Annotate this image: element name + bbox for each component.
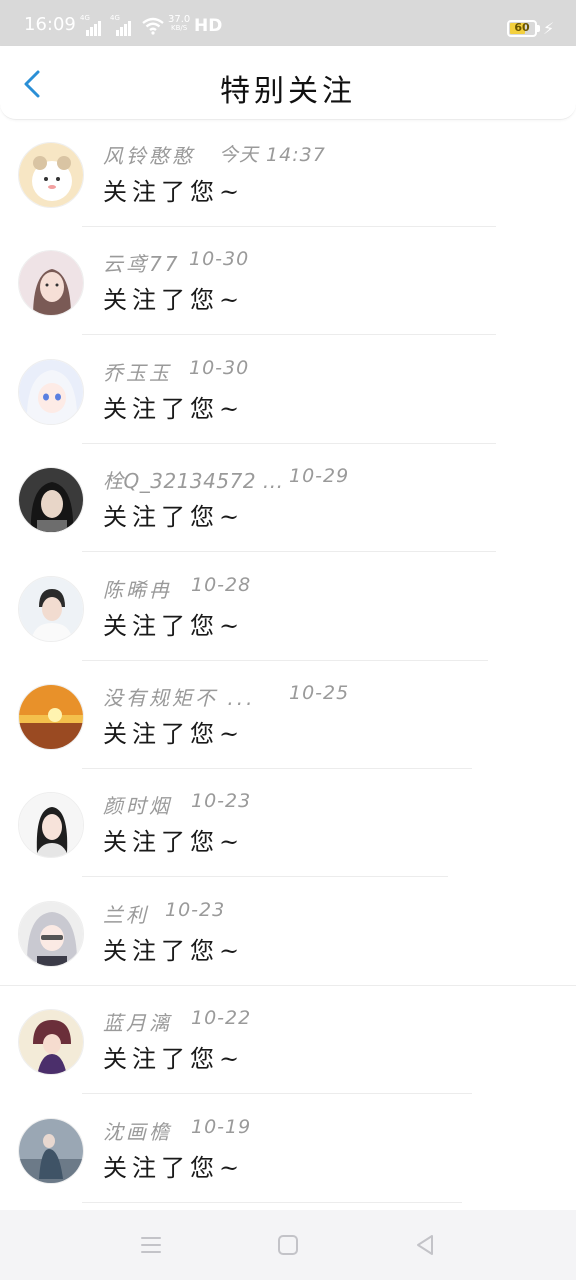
item-meta: 栓Q_32134572 ... 10-29 — [103, 465, 348, 494]
item-meta: 兰利 10-23 — [103, 899, 224, 928]
avatar[interactable] — [18, 1117, 84, 1184]
item-meta: 蓝月漓 10-22 — [103, 1007, 250, 1036]
avatar[interactable] — [18, 358, 84, 425]
net-speed-value: 37.0 — [168, 14, 191, 25]
item-meta: 颜时烟 10-23 — [103, 790, 250, 819]
user-name[interactable]: 沈画檐 — [103, 1116, 172, 1145]
item-time: 10-30 — [189, 248, 250, 271]
battery-icon: 60 — [507, 20, 537, 37]
list-item[interactable]: 云鸢77 10-30 关注了您~ — [0, 234, 576, 342]
user-name[interactable]: 没有规矩不 ... — [103, 682, 255, 711]
list-item[interactable]: 陈晞冉 10-28 关注了您~ — [0, 560, 576, 668]
list-item[interactable]: 沈画檐 10-19 关注了您~ — [0, 1102, 576, 1210]
wifi-icon — [142, 17, 164, 35]
item-message: 关注了您~ — [103, 178, 245, 206]
user-name[interactable]: 颜时烟 — [103, 790, 172, 819]
back-triangle-icon[interactable] — [412, 1232, 438, 1258]
status-time: 16:09 — [24, 14, 76, 35]
item-time: 10-29 — [289, 465, 350, 488]
item-message: 关注了您~ — [103, 1045, 245, 1074]
item-time: 10-22 — [191, 1007, 252, 1030]
list-item[interactable]: 风铃憨憨 今天 14:37 关注了您~ — [0, 126, 576, 234]
divider — [82, 1201, 462, 1203]
list-item[interactable]: 蓝月漓 10-22 关注了您~ — [0, 993, 576, 1101]
battery-level: 60 — [514, 21, 530, 34]
user-name[interactable]: 风铃憨憨 — [103, 140, 195, 169]
divider — [82, 1093, 472, 1095]
divider — [82, 226, 496, 227]
user-name[interactable]: 陈晞冉 — [103, 574, 172, 603]
list-item[interactable]: 栓Q_32134572 ... 10-29 关注了您~ — [0, 451, 576, 559]
item-meta: 陈晞冉 10-28 — [103, 574, 250, 603]
follow-list: 风铃憨憨 今天 14:37 关注了您~ 云鸢77 10-30 关注了您~ 乔玉玉… — [0, 126, 576, 1210]
status-bar: 16:09 4G 4G 37.0 KB/S HD 60 ⚡ — [0, 0, 576, 46]
item-time: 10-25 — [289, 681, 350, 704]
list-item[interactable]: 颜时烟 10-23 关注了您~ — [0, 776, 576, 884]
signal-icon: 4G — [110, 14, 132, 36]
list-item[interactable]: 没有规矩不 ... 10-25 关注了您~ — [0, 668, 576, 776]
user-name[interactable]: 云鸢77 — [103, 248, 180, 277]
net-speed-unit: KB/S — [171, 24, 188, 32]
divider — [82, 334, 496, 336]
system-nav-bar — [0, 1210, 576, 1280]
item-message: 关注了您~ — [103, 1153, 245, 1182]
divider — [82, 659, 488, 661]
item-time: 10-28 — [191, 573, 252, 596]
signal-icon: 4G — [80, 14, 102, 36]
menu-icon[interactable] — [138, 1232, 164, 1258]
item-time: 10-23 — [191, 790, 252, 813]
item-meta: 没有规矩不 ... 10-25 — [103, 682, 348, 711]
item-message: 关注了您~ — [103, 503, 245, 532]
item-message: 关注了您~ — [103, 394, 245, 423]
charging-icon: ⚡ — [543, 19, 555, 38]
avatar[interactable] — [18, 250, 84, 317]
avatar[interactable] — [18, 467, 84, 534]
page-title: 特别关注 — [220, 74, 356, 109]
avatar[interactable] — [18, 900, 84, 967]
user-name[interactable]: 栓Q_32134572 ... — [103, 465, 283, 494]
divider — [82, 551, 496, 553]
divider — [0, 984, 576, 986]
home-square-icon[interactable] — [275, 1232, 301, 1258]
item-time: 10-23 — [165, 898, 226, 921]
list-item[interactable]: 兰利 10-23 关注了您~ — [0, 885, 576, 993]
avatar[interactable] — [18, 575, 84, 642]
divider — [82, 767, 472, 769]
avatar[interactable] — [18, 1009, 84, 1076]
item-time: 10-19 — [191, 1115, 252, 1138]
item-meta: 风铃憨憨 今天 14:37 — [103, 140, 325, 169]
item-message: 关注了您~ — [103, 936, 245, 965]
avatar[interactable] — [18, 142, 84, 208]
item-message: 关注了您~ — [103, 286, 245, 315]
user-name[interactable]: 蓝月漓 — [103, 1007, 172, 1036]
header: 特别关注 — [0, 46, 576, 120]
divider — [82, 442, 496, 444]
user-name[interactable]: 兰利 — [103, 899, 149, 928]
divider — [82, 876, 448, 878]
item-time: 10-30 — [189, 356, 250, 379]
item-message: 关注了您~ — [103, 828, 245, 857]
item-meta: 沈画檐 10-19 — [103, 1116, 250, 1145]
item-message: 关注了您~ — [103, 719, 245, 748]
item-meta: 乔玉玉 10-30 — [103, 357, 248, 386]
avatar[interactable] — [18, 683, 84, 750]
net-speed: 37.0 KB/S — [168, 15, 190, 33]
item-meta: 云鸢77 10-30 — [103, 248, 248, 277]
list-item[interactable]: 乔玉玉 10-30 关注了您~ — [0, 343, 576, 451]
item-message: 关注了您~ — [103, 611, 245, 640]
hd-label: HD — [194, 16, 223, 36]
item-time: 今天 14:37 — [219, 144, 326, 166]
avatar[interactable] — [18, 792, 84, 859]
user-name[interactable]: 乔玉玉 — [103, 357, 172, 386]
